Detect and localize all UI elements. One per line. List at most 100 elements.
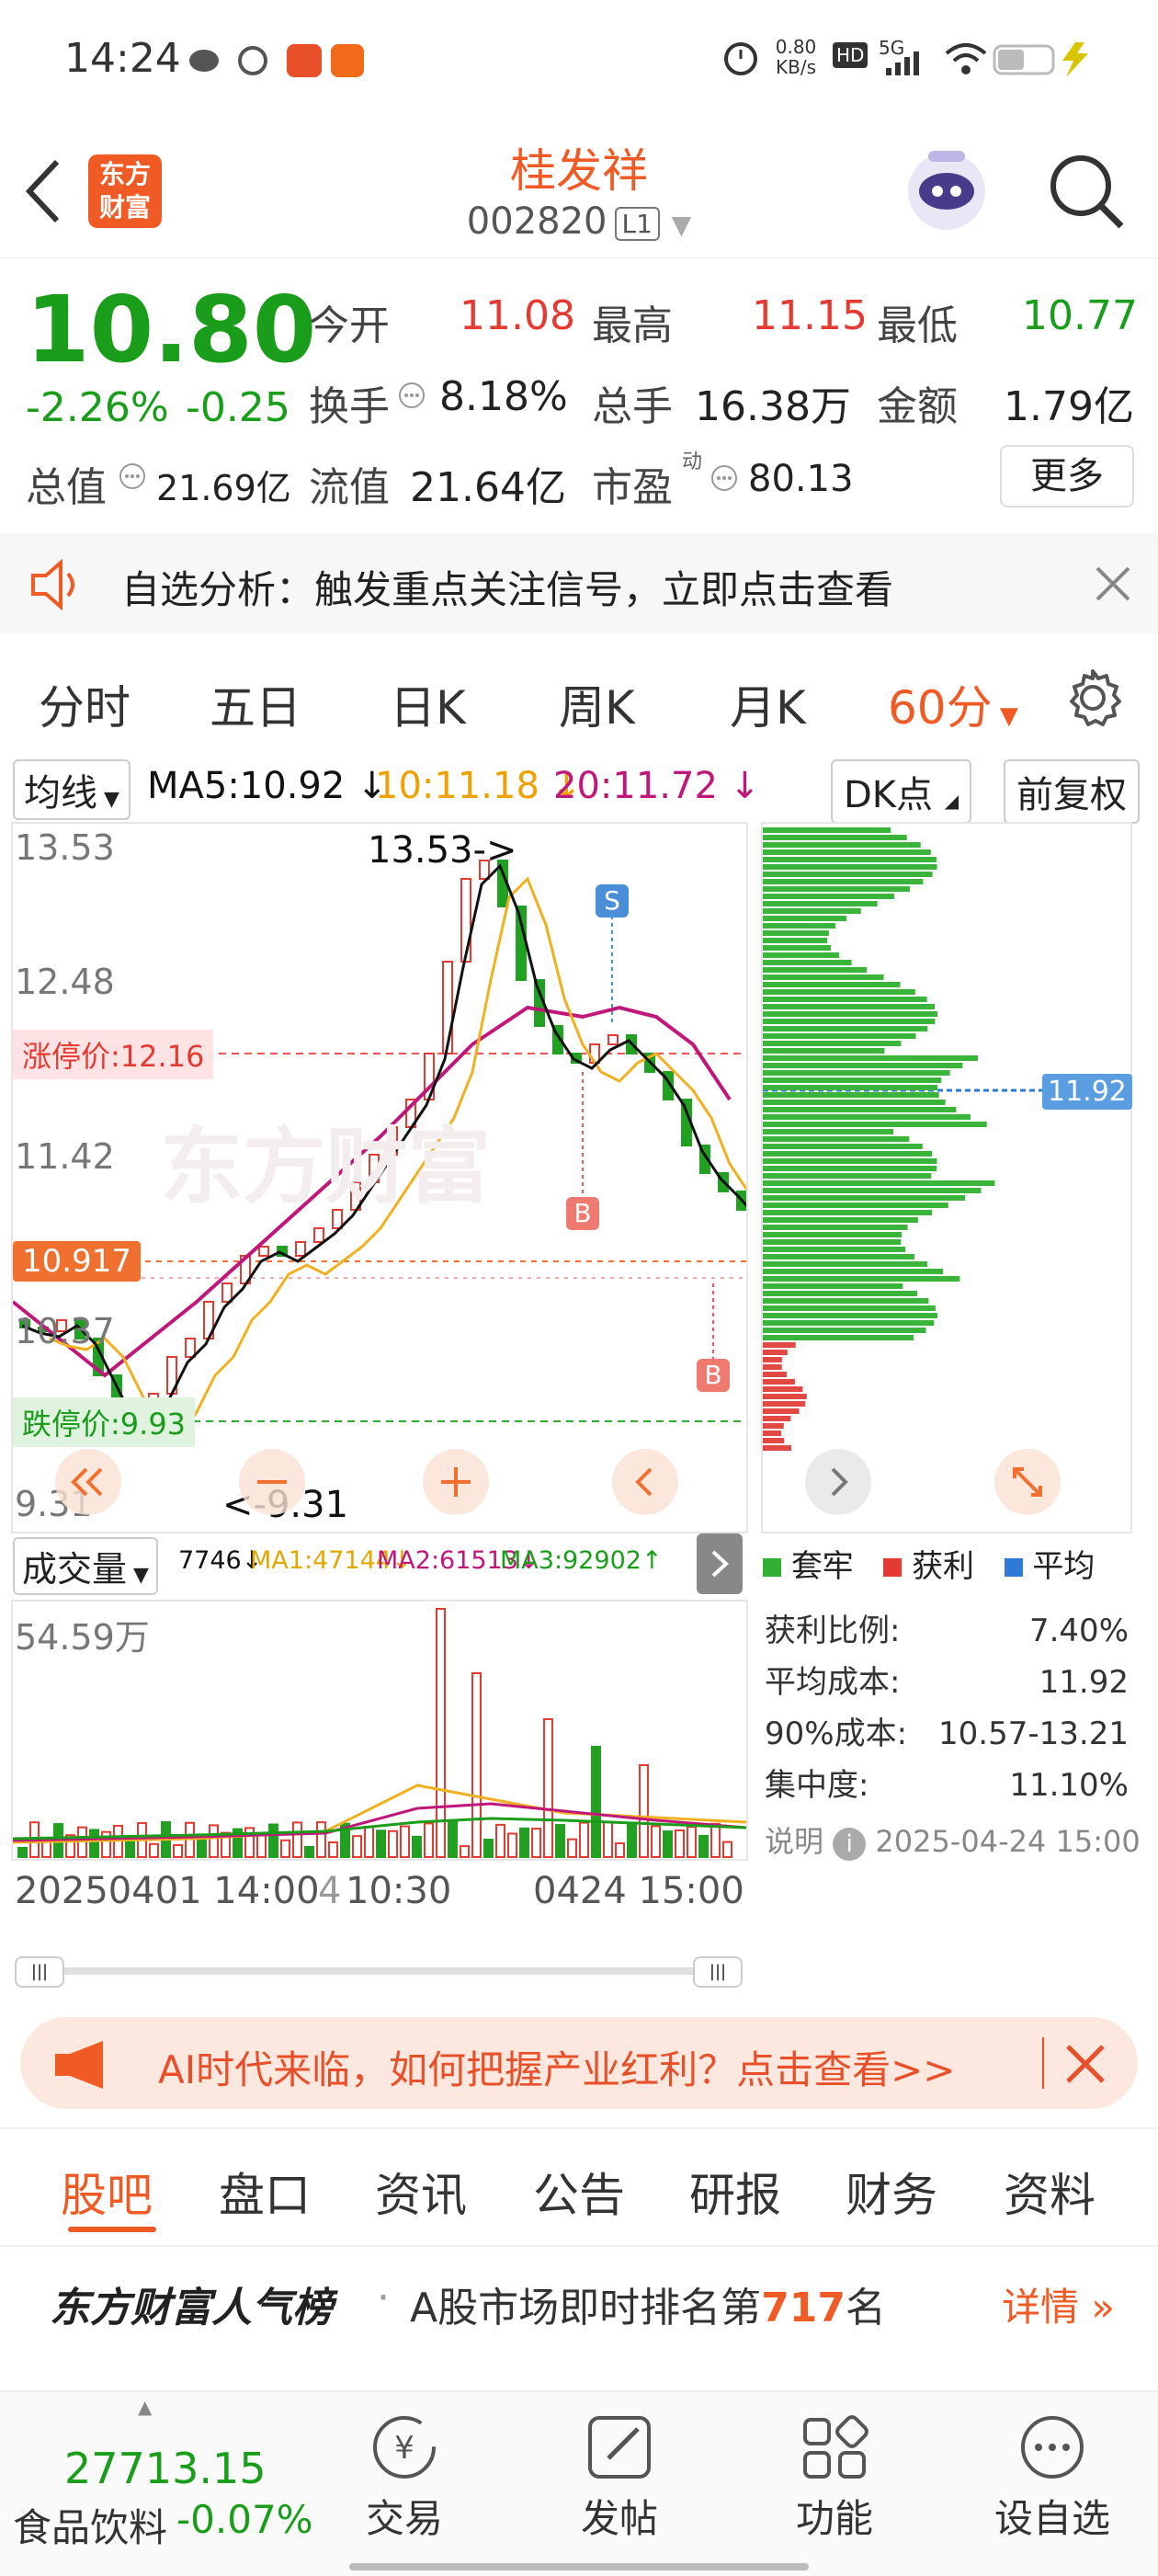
nav-functions[interactable]: 功能	[779, 2411, 890, 2567]
open-label: 今开	[309, 302, 390, 349]
expand-panel-button[interactable]	[697, 1533, 743, 1594]
period-tabs: 分时 五日 日K 周K 月K 60分 ▼	[0, 644, 1158, 754]
nav-post[interactable]: 发帖	[564, 2411, 675, 2567]
range-handle-left[interactable]: |||	[15, 1956, 64, 1988]
tab-five-day[interactable]: 五日	[210, 671, 301, 737]
volume-bar	[639, 1764, 649, 1858]
nav-trade[interactable]: ¥ 交易	[349, 2411, 460, 2567]
chip-bar	[763, 1423, 784, 1429]
legend-swatch-average	[1004, 1558, 1023, 1577]
tab-guba[interactable]: 股吧	[61, 2159, 153, 2225]
robot-assistant-icon[interactable]	[901, 143, 993, 239]
volume-bar	[352, 1835, 362, 1858]
search-icon[interactable]	[1044, 149, 1127, 235]
volume-bar	[280, 1839, 290, 1859]
kline-candle	[221, 1282, 233, 1303]
popularity-detail-link[interactable]: 详情 »	[1002, 2276, 1115, 2332]
chip-bar	[763, 1305, 936, 1311]
tab-weekly-k[interactable]: 周K	[559, 671, 635, 737]
plus-icon	[441, 1467, 471, 1497]
nav-add-watchlist[interactable]: 设自选	[993, 2411, 1112, 2567]
tab-finance[interactable]: 财务	[846, 2159, 937, 2225]
zoom-in-button[interactable]	[423, 1449, 489, 1515]
pe-info-icon[interactable]	[710, 460, 741, 500]
info-circle-icon[interactable]	[118, 458, 149, 498]
tab-profile[interactable]: 资料	[1004, 2159, 1096, 2225]
scroll-left-button[interactable]	[612, 1449, 678, 1515]
range-track	[42, 1967, 713, 1975]
chip-bar	[763, 1335, 914, 1340]
volume-bar	[316, 1821, 326, 1858]
low-label: 最低	[877, 302, 958, 349]
tab-research[interactable]: 研报	[689, 2159, 781, 2225]
legend-swatch-profit	[883, 1558, 903, 1577]
chip-bar	[763, 849, 931, 855]
dropdown-arrow-icon: ▼	[671, 210, 692, 240]
volume-bar	[579, 1821, 589, 1858]
tab-60min[interactable]: 60分 ▼	[888, 671, 1018, 737]
chip-bar	[763, 960, 852, 965]
sell-signal[interactable]: S	[596, 884, 629, 918]
chip-note[interactable]: 说明 i 2025-04-24 15:00	[765, 1818, 1141, 1861]
signal-icon	[880, 37, 936, 83]
chip-bar	[763, 1357, 782, 1362]
time-mid2: 10:30	[346, 1870, 452, 1912]
adjust-button[interactable]: 前复权	[1004, 759, 1140, 824]
bottom-nav: ▲ 27713.15 食品饮料 -0.07% ¥ 交易 发帖 功能 设自选	[0, 2390, 1158, 2576]
settings-gear-icon[interactable]	[1062, 667, 1123, 732]
tab-monthly-k[interactable]: 月K	[730, 671, 806, 737]
chip-bar	[763, 923, 836, 929]
alert-banner[interactable]: 自选分析：触发重点关注信号，立即点击查看	[0, 533, 1158, 634]
chip-bar	[763, 1092, 939, 1098]
chip-bar	[763, 1445, 792, 1451]
indicator-selector[interactable]: 均线 ▼	[13, 759, 131, 820]
chevron-right-icon	[831, 1467, 848, 1497]
kline-candle	[607, 1034, 619, 1045]
chip-distribution-chart[interactable]: 11.92	[761, 822, 1132, 1533]
edit-icon	[588, 2416, 651, 2479]
range-handle-right[interactable]: |||	[693, 1956, 743, 1988]
range-scrollbar[interactable]: ||| |||	[15, 1956, 743, 1988]
index-name[interactable]: 食品饮料	[13, 2497, 167, 2553]
volume-chart[interactable]: 54.59万	[11, 1600, 748, 1861]
more-icon	[1021, 2416, 1084, 2479]
chip-bar	[763, 857, 937, 862]
chip-bar	[763, 1033, 916, 1039]
more-button[interactable]: 更多	[1000, 445, 1134, 507]
stat-value: 7.40%	[1028, 1613, 1129, 1649]
chip-bar	[763, 967, 868, 973]
tab-daily-k[interactable]: 日K	[390, 671, 466, 737]
close-promo-icon[interactable]	[1062, 2041, 1108, 2091]
tab-announcements[interactable]: 公告	[533, 2159, 625, 2225]
chip-svg	[763, 827, 1130, 1451]
tab-dropdown-icon: ▼	[992, 702, 1018, 730]
chip-bar	[763, 1129, 894, 1134]
indicator-label: 均线	[24, 772, 97, 815]
tab-pankou[interactable]: 盘口	[219, 2159, 311, 2225]
volume-bar	[41, 1840, 51, 1858]
close-alert-icon[interactable]	[1090, 561, 1136, 610]
kline-candle	[313, 1227, 324, 1243]
buy-signal-1[interactable]: B	[566, 1197, 599, 1230]
kline-chart[interactable]: 东方财富 13.53 12.48 11.42 10.37 9.31 涨停价:12…	[11, 822, 748, 1533]
expand-button[interactable]	[994, 1449, 1061, 1515]
index-value[interactable]: 27713.15	[64, 2444, 267, 2493]
legend-trapped: 套牢	[790, 1548, 854, 1585]
volume-bar	[627, 1822, 637, 1859]
chip-next-button[interactable]	[805, 1449, 871, 1515]
zoom-out-button[interactable]	[239, 1449, 305, 1515]
tab-timeshare[interactable]: 分时	[39, 671, 131, 737]
time-start: 20250401 14:00	[15, 1870, 320, 1912]
promo-banner[interactable]: AI时代来临，如何把握产业红利？点击查看>>	[20, 2017, 1138, 2109]
scroll-left-fast-button[interactable]	[55, 1449, 121, 1515]
volume-indicator-selector[interactable]: 成交量 ▼	[13, 1537, 158, 1595]
popularity-row[interactable]: 东方财富人气榜 · A股市场即时排名第717名 详情 »	[0, 2243, 1158, 2354]
wifi-icon	[943, 37, 989, 83]
net-speed: 0.80 KB/s	[768, 37, 823, 77]
turnover-info-icon[interactable]	[397, 377, 428, 417]
chip-bar	[763, 1350, 788, 1355]
dk-point-button[interactable]: DK点 ◢	[831, 759, 972, 824]
net-speed-unit: KB/s	[776, 56, 816, 78]
tab-news[interactable]: 资讯	[375, 2159, 467, 2225]
buy-signal-2[interactable]: B	[697, 1359, 730, 1392]
